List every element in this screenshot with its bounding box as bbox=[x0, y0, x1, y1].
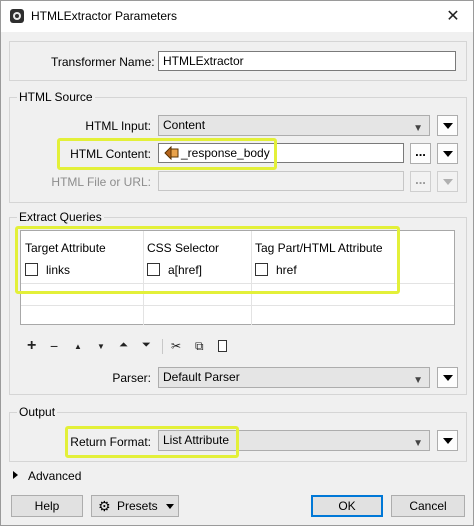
extract-queries-title: Extract Queries bbox=[17, 210, 104, 224]
add-row-icon[interactable]: + bbox=[27, 337, 36, 355]
parser-value: Default Parser bbox=[163, 370, 240, 384]
html-file-input[interactable] bbox=[158, 171, 404, 191]
highlight-html-content bbox=[57, 138, 277, 170]
triangle-down-icon bbox=[443, 179, 453, 185]
toolbar-separator bbox=[162, 339, 163, 354]
gear-icon: ⚙ bbox=[98, 498, 111, 514]
html-file-label: HTML File or URL: bbox=[51, 175, 151, 189]
triangle-down-icon bbox=[166, 504, 174, 509]
html-input-value: Content bbox=[163, 118, 206, 132]
html-input-label: HTML Input: bbox=[85, 119, 151, 133]
return-format-menu-button[interactable] bbox=[437, 430, 458, 451]
highlight-return-format bbox=[65, 426, 239, 458]
html-content-more-button[interactable]: ... bbox=[410, 143, 431, 164]
presets-button[interactable]: ⚙ Presets bbox=[91, 495, 179, 517]
html-content-menu-button[interactable] bbox=[437, 143, 458, 164]
chevron-down-icon: ▼ bbox=[413, 123, 423, 134]
cut-icon[interactable]: ✂ bbox=[171, 339, 181, 353]
help-button[interactable]: Help bbox=[11, 495, 83, 517]
move-bottom-icon[interactable]: ⏷ bbox=[142, 339, 151, 352]
dialog-window: HTMLExtractor Parameters ✕ Transformer N… bbox=[0, 0, 474, 526]
window-title: HTMLExtractor Parameters bbox=[31, 9, 178, 23]
chevron-down-icon: ▼ bbox=[413, 375, 423, 386]
ok-button[interactable]: OK bbox=[311, 495, 383, 517]
chevron-right-icon bbox=[13, 471, 18, 479]
triangle-down-icon bbox=[443, 438, 453, 444]
triangle-down-icon bbox=[443, 151, 453, 157]
move-up-icon[interactable]: ▲ bbox=[74, 342, 82, 351]
transformer-name-label: Transformer Name: bbox=[51, 55, 155, 69]
move-top-icon[interactable]: ⏶ bbox=[119, 339, 128, 352]
move-down-icon[interactable]: ▼ bbox=[97, 342, 105, 351]
advanced-label: Advanced bbox=[28, 469, 82, 483]
html-file-menu-button[interactable] bbox=[437, 171, 458, 192]
row-divider bbox=[21, 305, 454, 306]
triangle-down-icon bbox=[443, 123, 453, 129]
html-input-select[interactable]: Content ▼ bbox=[158, 115, 430, 136]
output-title: Output bbox=[17, 405, 58, 419]
close-icon[interactable]: ✕ bbox=[433, 1, 473, 32]
title-bar: HTMLExtractor Parameters ✕ bbox=[1, 1, 473, 32]
html-source-title: HTML Source bbox=[17, 90, 95, 104]
parser-label: Parser: bbox=[112, 371, 151, 385]
parser-menu-button[interactable] bbox=[437, 367, 458, 388]
highlight-extract-queries bbox=[15, 226, 400, 294]
transformer-name-input[interactable]: HTMLExtractor bbox=[158, 51, 456, 71]
paste-icon[interactable] bbox=[218, 340, 227, 352]
remove-row-icon[interactable]: − bbox=[50, 338, 58, 354]
html-file-more-button[interactable]: ... bbox=[410, 171, 431, 192]
copy-icon[interactable]: ⧉ bbox=[195, 339, 204, 354]
chevron-down-icon: ▼ bbox=[413, 438, 423, 449]
cancel-button[interactable]: Cancel bbox=[391, 495, 465, 517]
parser-select[interactable]: Default Parser ▼ bbox=[158, 367, 430, 388]
fme-app-icon bbox=[10, 9, 24, 23]
triangle-down-icon bbox=[443, 375, 453, 381]
html-input-menu-button[interactable] bbox=[437, 115, 458, 136]
presets-label: Presets bbox=[117, 499, 158, 513]
